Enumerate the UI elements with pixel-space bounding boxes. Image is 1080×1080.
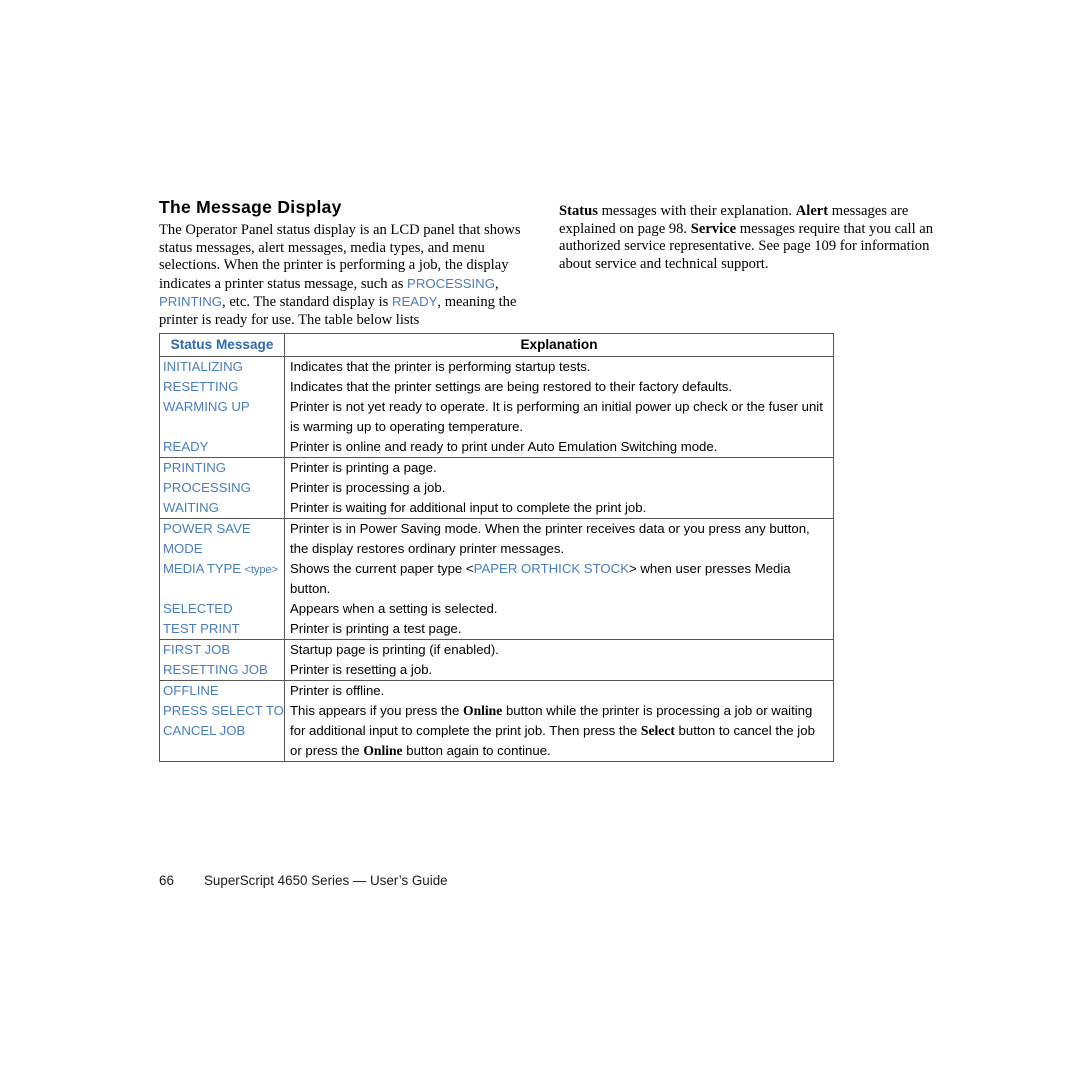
- explanation-bold-online-2: Online: [363, 743, 403, 758]
- explanation-cell: Startup page is printing (if enabled).: [284, 639, 834, 660]
- column-header-explanation: Explanation: [284, 333, 834, 357]
- status-message-cell: WARMING UP: [159, 397, 285, 437]
- status-message-cell: WAITING: [159, 498, 285, 519]
- table-row: PRESS SELECT TO CANCEL JOB This appears i…: [159, 701, 834, 762]
- intro-left-part2: , etc. The standard display is: [222, 294, 392, 311]
- status-message-line2: CANCEL JOB: [163, 723, 246, 738]
- status-message-cell: RESETTING JOB: [159, 660, 285, 681]
- lcd-term-ready: READY: [391, 294, 438, 310]
- table-row: RESETTING JOB Printer is resetting a job…: [159, 660, 834, 681]
- intro-right-part1: messages with their explanation.: [597, 203, 796, 219]
- intro-left-sep1: ,: [494, 275, 499, 292]
- table-row: READY Printer is online and ready to pri…: [159, 437, 834, 458]
- explanation-cell: Shows the current paper type <PAPER ORTH…: [285, 559, 834, 599]
- explanation-cell: Printer is in Power Saving mode. When th…: [284, 518, 834, 559]
- document-page: The Message Display The Operator Panel s…: [0, 0, 1080, 1080]
- status-message-cell: PROCESSING: [159, 478, 285, 498]
- page-footer: 66 SuperScript 4650 Series — User’s Guide: [159, 873, 448, 888]
- explanation-cell: Printer is processing a job.: [290, 480, 446, 495]
- explanation-cell: Printer is offline.: [284, 680, 834, 701]
- explanation-cell: Printer is printing a page.: [284, 457, 834, 478]
- explanation-cell: Printer is resetting a job.: [290, 662, 433, 677]
- table-row: MEDIA TYPE <type> Shows the current pape…: [159, 559, 834, 599]
- footer-page-number: 66: [159, 873, 174, 888]
- explanation-cell: Printer is not yet ready to operate. It …: [290, 399, 823, 434]
- status-message-cell: SELECTED: [159, 599, 285, 619]
- table-row: POWER SAVE MODE Printer is in Power Savin…: [159, 518, 834, 559]
- explanation-cell: Printer is printing a test page.: [290, 621, 462, 636]
- table-header-row: Status Message Explanation: [159, 333, 834, 357]
- intro-right-bold-service: Service: [690, 220, 737, 237]
- lcd-term-printing: PRINTING: [159, 294, 223, 310]
- status-message-cell: MEDIA TYPE <type>: [159, 559, 285, 599]
- intro-paragraph-left: The Operator Panel status display is an …: [159, 222, 524, 330]
- status-message-cell: READY: [159, 437, 285, 458]
- status-message-line1: POWER SAVE: [163, 521, 251, 536]
- explanation-cell: Printer is online and ready to print und…: [290, 439, 718, 454]
- status-message-placeholder: <type>: [244, 564, 279, 576]
- intro-paragraph-right: Status messages with their explanation. …: [559, 203, 934, 273]
- status-message-line1: PRESS SELECT TO: [163, 703, 284, 718]
- explanation-cell: Indicates that the printer is performing…: [290, 359, 591, 374]
- status-message-cell: RESETTING: [159, 377, 285, 397]
- column-header-status-message: Status Message: [159, 333, 285, 357]
- intro-right-text: Status messages with their explanation. …: [559, 203, 934, 273]
- table-row: PRINTING Printer is printing a page.: [159, 457, 834, 478]
- footer-title: SuperScript 4650 Series — User’s Guide: [204, 873, 448, 888]
- table-row: PROCESSING Printer is processing a job.: [159, 478, 834, 498]
- intro-right-bold-status: Status: [559, 203, 598, 219]
- table-row: WARMING UP Printer is not yet ready to o…: [159, 397, 834, 437]
- lcd-term-processing: PROCESSING: [407, 275, 495, 291]
- explanation-part4: button again to continue.: [402, 743, 551, 758]
- explanation-cell: Indicates that the printer settings are …: [290, 379, 733, 394]
- explanation-cell: This appears if you press the Online but…: [285, 701, 834, 762]
- status-message-main: MEDIA TYPE: [163, 561, 245, 576]
- status-message-cell: INITIALIZING: [159, 356, 285, 377]
- explanation-part1: Shows the current paper type <: [290, 561, 474, 576]
- table-row: TEST PRINT Printer is printing a test pa…: [159, 619, 834, 640]
- explanation-cell: Printer is waiting for additional input …: [290, 500, 647, 515]
- status-message-line2: MODE: [163, 541, 203, 556]
- page-title: The Message Display: [159, 197, 342, 217]
- table-row: FIRST JOB Startup page is printing (if e…: [159, 639, 834, 660]
- table-row: WAITING Printer is waiting for additiona…: [159, 498, 834, 519]
- explanation-bold-select: Select: [640, 723, 675, 738]
- table-row: OFFLINE Printer is offline.: [159, 680, 834, 701]
- status-message-cell: PRESS SELECT TO CANCEL JOB: [159, 701, 285, 762]
- status-message-cell: OFFLINE: [159, 680, 285, 701]
- intro-right-bold-alert: Alert: [795, 203, 829, 219]
- explanation-cell: Appears when a setting is selected.: [290, 601, 498, 616]
- intro-left-text: The Operator Panel status display is an …: [159, 222, 524, 330]
- table-row: SELECTED Appears when a setting is selec…: [159, 599, 834, 619]
- explanation-lcd-term: PAPER ORTHICK STOCK: [473, 561, 629, 576]
- explanation-bold-online: Online: [463, 703, 503, 718]
- status-message-cell: PRINTING: [159, 457, 285, 478]
- explanation-part1: This appears if you press the: [290, 703, 463, 718]
- status-message-table: Status Message Explanation INITIALIZING …: [159, 333, 834, 762]
- status-message-cell: POWER SAVE MODE: [159, 518, 285, 559]
- table-row: INITIALIZING Indicates that the printer …: [159, 356, 834, 377]
- status-message-cell: FIRST JOB: [159, 639, 285, 660]
- status-message-cell: TEST PRINT: [159, 619, 285, 640]
- table-row: RESETTING Indicates that the printer set…: [159, 377, 834, 397]
